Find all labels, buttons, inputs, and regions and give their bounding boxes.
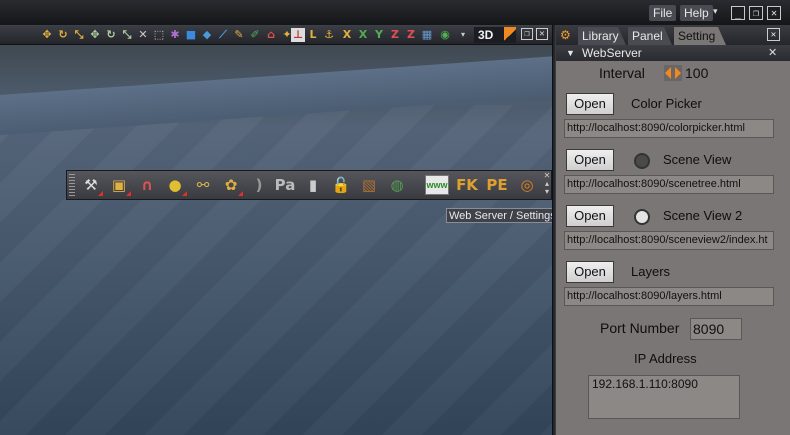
tool-shelf: ⚒ ▣ ∩ ● ⚯ ✿ ) Pa ▮ 🔓 ▧ ◍ www FK PE ◎ ✕ ▴ ▾ [66,170,552,200]
x-green-icon[interactable]: X [356,28,370,42]
interval-label: Interval [599,65,645,81]
tooltip: Web Server / Settings [446,208,556,223]
axis-icon[interactable]: ⊥ [291,28,305,42]
select-icon[interactable]: ⬚ [152,28,166,42]
anchor-icon[interactable]: ⚓ [322,28,336,42]
panel-close-button[interactable]: ✕ [767,28,780,41]
ip-address-field[interactable]: 192.168.1.110:8090 [588,375,740,419]
scale-x-icon[interactable]: ⤡ [120,28,134,42]
interval-spinner-icon[interactable] [664,65,682,81]
section-title: WebServer [582,46,642,60]
power-icon[interactable]: ◎ [515,174,539,196]
layers-label: Layers [631,264,671,279]
z-axis-icon[interactable]: Z [388,28,402,42]
collapse-triangle-icon[interactable]: ▼ [566,45,575,61]
port-number-label: Port Number [600,320,680,336]
padlock-icon[interactable]: 🔓 [329,174,353,196]
scene-view-label: Scene View [663,152,732,167]
file-menu[interactable]: File [649,5,677,21]
l-icon[interactable]: L [306,28,320,42]
fk-icon[interactable]: FK [455,174,479,196]
toolbar-more-icon[interactable]: ▾ [456,28,470,42]
scene-view-2-status-indicator [634,209,650,225]
grid-icon[interactable]: ▦ [420,28,434,42]
open-scene-view-button[interactable]: Open [566,149,614,171]
title-bar: File Help ▾ _ ❐ ✕ [0,0,790,25]
tab-library[interactable]: Library [578,27,626,45]
shelf-drag-handle[interactable] [69,174,75,196]
tab-panel[interactable]: Panel [628,27,672,45]
brush-icon[interactable]: ✎ [232,28,246,42]
scroll-icon[interactable]: ▮ [301,174,325,196]
pa-icon[interactable]: Pa [273,174,297,196]
3d-viewport[interactable] [0,25,552,435]
knife-icon[interactable]: ⟋ [216,28,230,42]
pe-icon[interactable]: PE [485,174,509,196]
magnet-icon[interactable]: ∩ [135,174,159,196]
shelf-scroll-icon[interactable]: ✕ ▴ ▾ [543,172,551,198]
interval-input[interactable]: 100 [683,63,725,83]
rotate-icon[interactable]: ↻ [56,28,70,42]
pen-icon[interactable]: ✐ [248,28,262,42]
settings-panel: ⚙ Library Panel Setting ✕ ▼ WebServer ✕ … [556,25,790,435]
scene-view-2-url[interactable]: http://localhost:8090/sceneview2/index.h… [564,231,774,250]
tab-setting[interactable]: Setting [674,27,726,45]
ribbon-icon[interactable]: ✿ [219,174,243,196]
rotate-x-icon[interactable]: ↻ [104,28,118,42]
z-red-icon[interactable]: Z [404,28,418,42]
help-menu[interactable]: Help [680,5,713,21]
color-picker-url[interactable]: http://localhost:8090/colorpicker.html [564,119,774,138]
move-x-icon[interactable]: ✥ [88,28,102,42]
dish-icon[interactable]: ◍ [385,174,409,196]
cube-icon[interactable]: ■ [184,28,198,42]
lasso-icon[interactable]: ✱ [168,28,182,42]
move-icon[interactable]: ✥ [40,28,54,42]
x-axis-icon[interactable]: X [340,28,354,42]
square-icon[interactable]: ▧ [357,174,381,196]
paint-icon[interactable]: ◆ [200,28,214,42]
minimize-button[interactable]: _ [731,6,745,20]
view-mode-corner-icon [504,27,516,43]
viewport-toolbar: ✥ ↻ ⤡ ✥ ↻ ⤡ ✕ ⬚ ✱ ■ ◆ ⟋ ✎ ✐ ⌂ ✦ ⊥ L ⚓ X … [0,26,552,45]
y-axis-icon[interactable]: Y [372,28,386,42]
tabs-menu-icon[interactable]: ⚙ [560,28,574,42]
open-layers-button[interactable]: Open [566,261,614,283]
cross-icon[interactable]: ✕ [136,28,150,42]
scene-view-status-indicator [634,153,650,169]
close-button[interactable]: ✕ [767,6,781,20]
port-number-input[interactable]: 8090 [690,318,742,340]
webserver-section-header[interactable]: ▼ WebServer ✕ [556,45,790,61]
panel-tabs: ⚙ Library Panel Setting ✕ [556,25,790,45]
ip-address-label: IP Address [634,351,697,366]
scene-view-2-label: Scene View 2 [663,208,743,223]
menu-dropdown-icon[interactable]: ▾ [713,8,721,17]
box-icon[interactable]: ▣ [107,174,131,196]
camera-icon[interactable]: ◉ [438,28,452,42]
open-scene-view-2-button[interactable]: Open [566,205,614,227]
viewport-restore-button[interactable]: ❐ [521,28,533,40]
scale-icon[interactable]: ⤡ [72,28,86,42]
restore-button[interactable]: ❐ [749,6,763,20]
scene-view-url[interactable]: http://localhost:8090/scenetree.html [564,175,774,194]
layers-url[interactable]: http://localhost:8090/layers.html [564,287,774,306]
www-icon[interactable]: www [425,175,449,195]
open-color-picker-button[interactable]: Open [566,93,614,115]
balls-icon[interactable]: ● [163,174,187,196]
color-picker-label: Color Picker [631,96,702,111]
section-close-icon[interactable]: ✕ [768,45,777,61]
link-icon[interactable]: ⚯ [191,174,215,196]
tool-icon[interactable]: ⚒ [79,174,103,196]
bracket-icon[interactable]: ) [247,174,271,196]
viewport-close-button[interactable]: ✕ [536,28,548,40]
home-icon[interactable]: ⌂ [264,28,278,42]
